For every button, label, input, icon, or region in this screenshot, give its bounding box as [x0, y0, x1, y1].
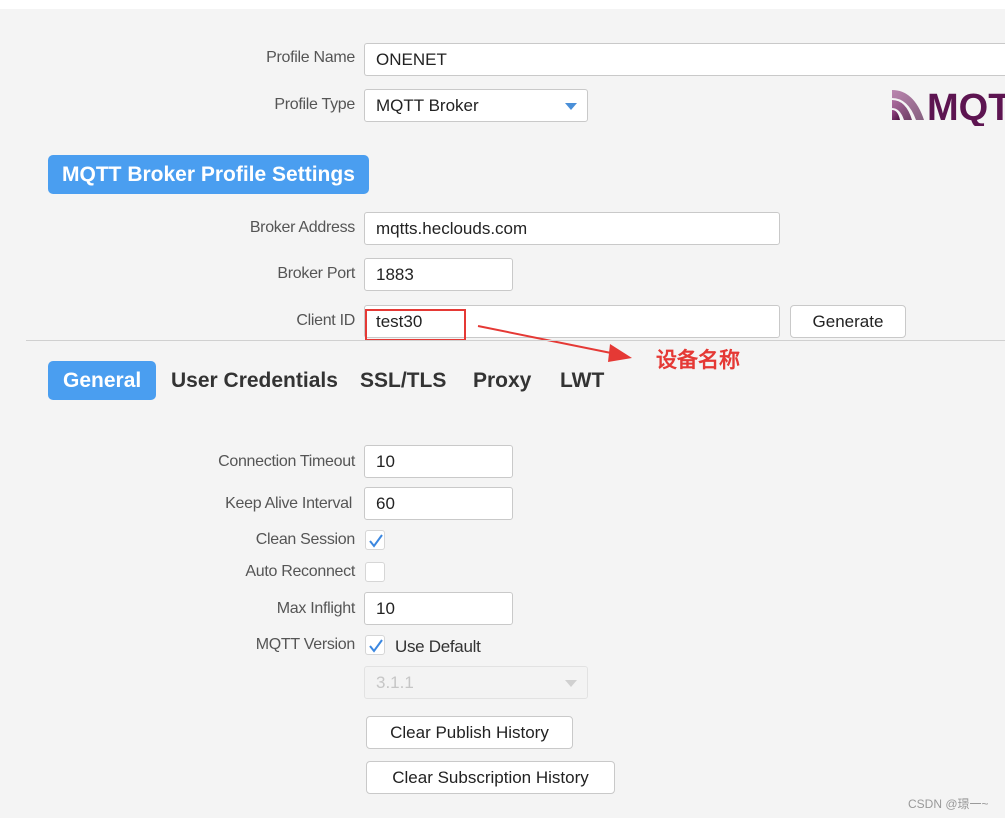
- client-id-label: Client ID: [296, 312, 355, 329]
- keep-alive-label: Keep Alive Interval: [225, 495, 352, 512]
- annotation-text: 设备名称: [656, 349, 740, 372]
- checkmark-icon: [369, 639, 383, 653]
- mqtt-version-select: 3.1.1: [364, 666, 588, 699]
- watermark: CSDN @璟一~: [908, 797, 989, 811]
- max-inflight-label: Max Inflight: [276, 600, 356, 617]
- profile-type-select[interactable]: MQTT Broker: [364, 89, 588, 122]
- top-bar: [0, 0, 1005, 9]
- connection-timeout-label: Connection Timeout: [218, 453, 355, 470]
- annotation-arrow: [477, 325, 632, 362]
- broker-section-title: MQTT Broker Profile Settings: [48, 155, 369, 194]
- clear-subscription-history-button[interactable]: Clear Subscription History: [366, 761, 615, 794]
- profile-type-label: Profile Type: [274, 96, 355, 113]
- tab-general[interactable]: General: [48, 361, 157, 400]
- auto-reconnect-checkbox[interactable]: [365, 562, 385, 582]
- mqtt-version-label: MQTT Version: [255, 636, 356, 653]
- chevron-down-icon: [565, 103, 577, 110]
- logo-text: MQT: [927, 87, 1005, 126]
- broker-port-label: Broker Port: [277, 265, 355, 282]
- keep-alive-input[interactable]: 60: [364, 487, 513, 520]
- broker-address-input[interactable]: mqtts.heclouds.com: [364, 212, 780, 245]
- use-default-checkbox[interactable]: [365, 635, 385, 655]
- profile-name-input[interactable]: ONENET: [364, 43, 1005, 76]
- connection-timeout-input[interactable]: 10: [364, 445, 513, 478]
- mqtt-version-value: 3.1.1: [376, 673, 414, 692]
- profile-type-value: MQTT Broker: [376, 96, 479, 115]
- max-inflight-input[interactable]: 10: [364, 592, 513, 625]
- clear-publish-history-button[interactable]: Clear Publish History: [366, 716, 573, 749]
- auto-reconnect-label: Auto Reconnect: [245, 563, 355, 580]
- generate-button[interactable]: Generate: [790, 305, 906, 338]
- broker-address-label: Broker Address: [249, 219, 355, 236]
- use-default-label: Use Default: [395, 637, 481, 656]
- profile-name-label: Profile Name: [266, 49, 355, 66]
- highlight-box: [365, 309, 466, 341]
- section-divider: [26, 340, 1005, 341]
- tab-user-credentials[interactable]: User Credentials: [171, 361, 338, 400]
- clean-session-label: Clean Session: [255, 531, 356, 548]
- checkmark-icon: [369, 534, 383, 548]
- tab-proxy[interactable]: Proxy: [473, 361, 531, 400]
- broker-port-input[interactable]: 1883: [364, 258, 513, 291]
- mqtt-logo: MQT: [890, 84, 1005, 126]
- clean-session-checkbox[interactable]: [365, 530, 385, 550]
- tab-ssl-tls[interactable]: SSL/TLS: [360, 361, 446, 400]
- chevron-down-icon: [565, 680, 577, 687]
- tab-lwt[interactable]: LWT: [560, 361, 604, 400]
